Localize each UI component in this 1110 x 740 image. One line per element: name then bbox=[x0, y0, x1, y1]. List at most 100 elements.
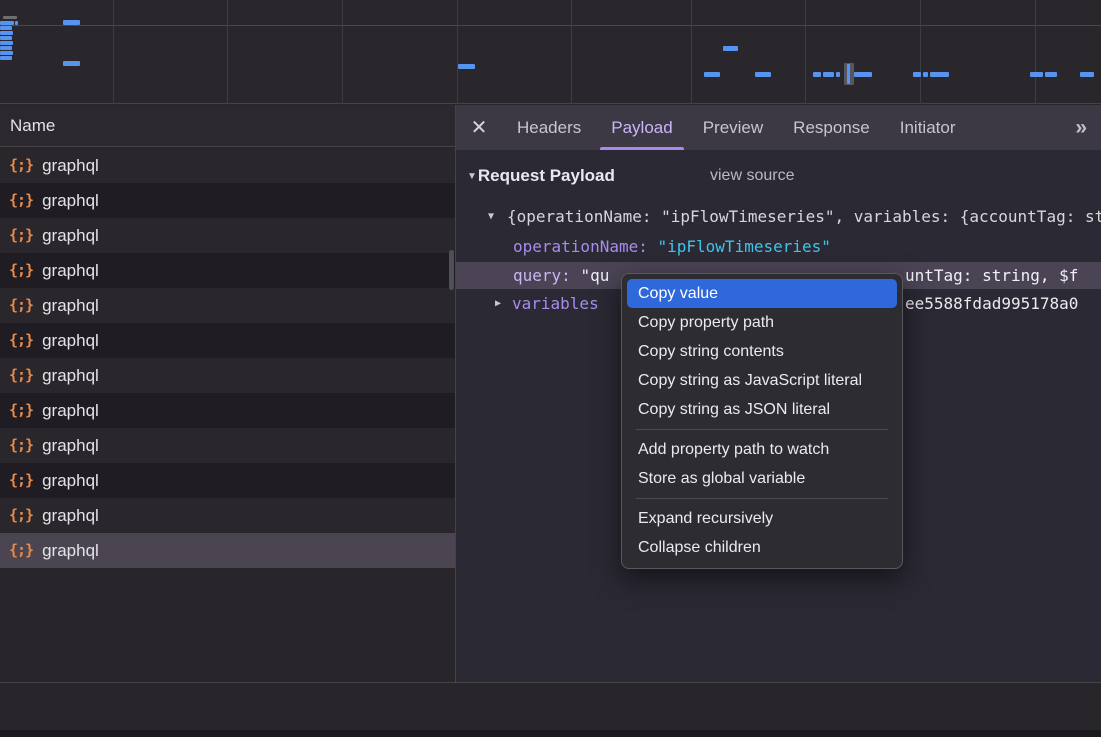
network-request-bar[interactable] bbox=[0, 51, 13, 55]
network-request-bar[interactable] bbox=[0, 36, 12, 40]
network-request-bar[interactable] bbox=[836, 72, 840, 77]
network-request-bar[interactable] bbox=[458, 64, 475, 69]
menu-item-expand-recursively[interactable]: Expand recursively bbox=[622, 504, 902, 533]
json-request-icon: {;} bbox=[9, 463, 33, 498]
menu-item-collapse-children[interactable]: Collapse children bbox=[622, 533, 902, 562]
request-name: graphql bbox=[42, 463, 99, 498]
request-name: graphql bbox=[42, 148, 99, 183]
menu-item-copy-property-path[interactable]: Copy property path bbox=[622, 308, 902, 337]
network-request-bar[interactable] bbox=[704, 72, 720, 77]
network-request-bar[interactable] bbox=[63, 20, 80, 25]
payload-operation-row[interactable]: operationName: "ipFlowTimeseries" bbox=[456, 235, 1101, 259]
network-request-bar[interactable] bbox=[15, 21, 18, 25]
network-request-bar[interactable] bbox=[913, 72, 921, 77]
network-request-bar[interactable] bbox=[813, 72, 821, 77]
request-row[interactable]: {;}graphql bbox=[0, 323, 455, 358]
request-row[interactable]: {;} graphql bbox=[0, 148, 455, 183]
property-key: query: bbox=[513, 266, 571, 285]
overview-gridline bbox=[920, 0, 921, 104]
request-list-scrollbar[interactable] bbox=[449, 250, 454, 290]
tab-headers[interactable]: Headers bbox=[502, 105, 596, 150]
property-key: operationName: bbox=[513, 237, 648, 256]
more-tabs-icon[interactable]: » bbox=[1061, 105, 1101, 150]
request-list-name-column-header[interactable]: Name bbox=[0, 105, 455, 147]
tab-response[interactable]: Response bbox=[778, 105, 885, 150]
payload-root-row[interactable]: ▼ {operationName: "ipFlowTimeseries", va… bbox=[456, 205, 1101, 229]
json-request-icon: {;} bbox=[9, 218, 33, 253]
request-row[interactable]: {;} graphql bbox=[0, 288, 455, 323]
context-menu: Copy valueCopy property pathCopy string … bbox=[621, 273, 903, 569]
request-row[interactable]: {;} graphql bbox=[0, 463, 455, 498]
overview-gridline bbox=[1035, 0, 1036, 104]
overview-gridline bbox=[691, 0, 692, 104]
request-name: graphql bbox=[42, 393, 99, 428]
close-detail-icon[interactable]: ✕ bbox=[456, 105, 502, 150]
network-request-bar[interactable] bbox=[854, 72, 872, 77]
tab-payload[interactable]: Payload bbox=[596, 105, 687, 150]
menu-separator bbox=[636, 429, 888, 430]
request-name: graphql bbox=[42, 358, 99, 393]
network-request-bar[interactable] bbox=[0, 26, 12, 30]
json-request-icon: {;} bbox=[9, 183, 33, 218]
network-request-bar[interactable] bbox=[3, 16, 17, 19]
request-payload-section: ▼ Request Payload view source bbox=[456, 164, 1101, 188]
request-row[interactable]: {;} graphql bbox=[0, 253, 455, 288]
json-request-icon: {;} bbox=[9, 148, 33, 183]
request-row[interactable]: {;} graphql bbox=[0, 498, 455, 533]
overview-gridline bbox=[571, 0, 572, 104]
view-source-link[interactable]: view source bbox=[710, 167, 794, 185]
tab-preview[interactable]: Preview bbox=[688, 105, 778, 150]
request-row[interactable]: {;}graphql bbox=[0, 533, 455, 568]
menu-separator bbox=[636, 498, 888, 499]
request-name: graphql bbox=[42, 533, 99, 568]
menu-item-add-property-path-to-watch[interactable]: Add property path to watch bbox=[622, 435, 902, 464]
request-name: graphql bbox=[42, 323, 99, 358]
network-request-bar[interactable] bbox=[0, 21, 14, 25]
section-collapse-icon[interactable]: ▼ bbox=[467, 171, 477, 182]
request-row[interactable]: {;}graphql bbox=[0, 358, 455, 393]
overview-gridline bbox=[227, 0, 228, 104]
network-request-bar[interactable] bbox=[923, 72, 928, 77]
network-request-bar[interactable] bbox=[0, 46, 12, 50]
network-request-bar[interactable] bbox=[1045, 72, 1057, 77]
network-request-bar[interactable] bbox=[0, 56, 12, 60]
json-request-icon: {;} bbox=[9, 288, 33, 323]
property-value: "ipFlowTimeseries" bbox=[658, 237, 831, 256]
menu-item-copy-value[interactable]: Copy value bbox=[627, 279, 897, 308]
request-row[interactable]: {;} graphql bbox=[0, 428, 455, 463]
json-request-icon: {;} bbox=[9, 253, 33, 288]
network-request-bar[interactable] bbox=[723, 46, 738, 51]
request-name: graphql bbox=[42, 253, 99, 288]
json-request-icon: {;} bbox=[9, 428, 33, 463]
overview-gridline bbox=[342, 0, 343, 104]
request-row[interactable]: {;} graphql bbox=[0, 218, 455, 253]
network-request-bar[interactable] bbox=[63, 61, 80, 66]
request-name: graphql bbox=[42, 288, 99, 323]
request-row[interactable]: {;}graphql bbox=[0, 183, 455, 218]
network-request-bar[interactable] bbox=[755, 72, 771, 77]
menu-item-copy-string-as-javascript-literal[interactable]: Copy string as JavaScript literal bbox=[622, 366, 902, 395]
menu-item-copy-string-as-json-literal[interactable]: Copy string as JSON literal bbox=[622, 395, 902, 424]
menu-item-copy-string-contents[interactable]: Copy string contents bbox=[622, 337, 902, 366]
tab-initiator[interactable]: Initiator bbox=[885, 105, 971, 150]
network-request-bar[interactable] bbox=[823, 72, 834, 77]
network-request-bar[interactable] bbox=[847, 64, 850, 84]
network-overview-timeline[interactable] bbox=[0, 0, 1101, 104]
json-request-icon: {;} bbox=[9, 498, 33, 533]
network-request-bar[interactable] bbox=[1030, 72, 1043, 77]
network-request-bar[interactable] bbox=[1080, 72, 1094, 77]
overview-gridline bbox=[113, 0, 114, 104]
section-title: Request Payload bbox=[478, 166, 615, 186]
request-name: graphql bbox=[42, 218, 99, 253]
network-request-bar[interactable] bbox=[0, 31, 13, 35]
request-name: graphql bbox=[42, 428, 99, 463]
status-footer bbox=[0, 683, 1101, 730]
expand-icon[interactable]: ▶ bbox=[495, 292, 501, 316]
request-name: graphql bbox=[42, 498, 99, 533]
request-row[interactable]: {;} graphql bbox=[0, 393, 455, 428]
network-request-bar[interactable] bbox=[0, 41, 13, 45]
json-request-icon: {;} bbox=[9, 393, 33, 428]
menu-item-store-as-global-variable[interactable]: Store as global variable bbox=[622, 464, 902, 493]
network-request-bar[interactable] bbox=[930, 72, 949, 77]
collapse-icon[interactable]: ▼ bbox=[488, 205, 494, 229]
